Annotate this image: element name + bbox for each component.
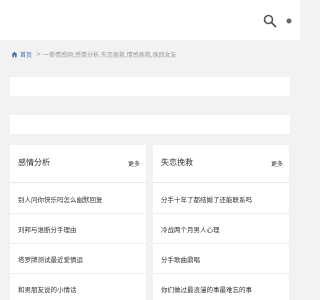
breadcrumb: 首页 > 一拳情感网,感情分析,失恋挽救,情感挽救,挽回女友	[11, 47, 290, 61]
blank-band-top	[10, 77, 290, 96]
card-title: 感情分析	[18, 158, 50, 167]
list-item[interactable]: 分手歌曲鼎唱	[153, 244, 289, 274]
dot-icon[interactable]	[284, 16, 294, 26]
list-item[interactable]: 和男朋友说的小情话	[10, 274, 146, 300]
article-list: 分手十年了都结婚了还能联系吗 冷战两个月男人心理 分手歌曲鼎唱 你们做过最浪漫的…	[153, 184, 289, 300]
search-icon[interactable]	[263, 14, 277, 28]
card-title: 失恋挽救	[161, 158, 193, 167]
top-header	[0, 0, 300, 40]
more-link[interactable]: 更多	[271, 159, 283, 168]
list-item[interactable]: 塔罗牌测试最近爱情运	[10, 244, 146, 274]
breadcrumb-path: 一拳情感网,感情分析,失恋挽救,情感挽救,挽回女友	[43, 51, 177, 59]
list-item[interactable]: 分手十年了都结婚了还能联系吗	[153, 184, 289, 214]
list-item[interactable]: 冷战两个月男人心理	[153, 214, 289, 244]
list-item[interactable]: 别人问你快乐吗怎么幽默回复	[10, 184, 146, 214]
breadcrumb-separator: >	[36, 50, 42, 58]
blank-band-bottom	[10, 115, 290, 134]
card-header: 失恋挽救 更多	[153, 145, 289, 183]
breadcrumb-home-link[interactable]: 首页	[20, 50, 32, 59]
more-link[interactable]: 更多	[128, 159, 140, 168]
home-icon	[11, 51, 18, 57]
article-list: 别人问你快乐吗怎么幽默回复 刘邦与谁断分手理由 塔罗牌测试最近爱情运 和男朋友说…	[10, 184, 146, 300]
emotion-analysis-card: 感情分析 更多 别人问你快乐吗怎么幽默回复 刘邦与谁断分手理由 塔罗牌测试最近爱…	[10, 145, 146, 300]
breakup-rescue-card: 失恋挽救 更多 分手十年了都结婚了还能联系吗 冷战两个月男人心理 分手歌曲鼎唱 …	[153, 145, 289, 300]
list-item[interactable]: 你们做过最浪漫的事最难忘的事	[153, 274, 289, 300]
card-header: 感情分析 更多	[10, 145, 146, 183]
list-item[interactable]: 刘邦与谁断分手理由	[10, 214, 146, 244]
